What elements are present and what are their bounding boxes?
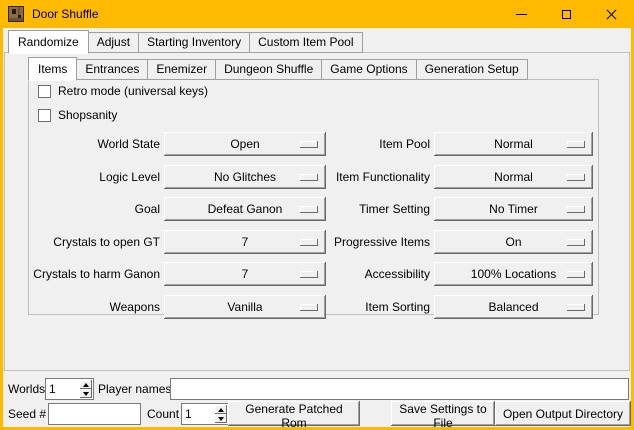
tab-generation-setup[interactable]: Generation Setup	[416, 59, 528, 80]
tab-game-options[interactable]: Game Options	[321, 59, 416, 80]
world-state-label: World State	[33, 132, 160, 156]
save-settings-button[interactable]: Save Settings to File	[391, 401, 495, 426]
tab-entrances[interactable]: Entrances	[76, 59, 148, 80]
items-tab-bar: Items Entrances Enemizer Dungeon Shuffle…	[28, 57, 527, 80]
count-label: Count	[147, 403, 179, 425]
item-pool-value: Normal	[494, 137, 533, 151]
open-output-directory-button[interactable]: Open Output Directory	[495, 401, 631, 426]
item-functionality-value: Normal	[494, 170, 533, 184]
goal-label: Goal	[33, 197, 160, 221]
crystals-ganon-dropdown[interactable]: 7	[164, 262, 326, 286]
client-area: Randomize Adjust Starting Inventory Cust…	[3, 28, 631, 427]
up-arrow-icon	[83, 383, 89, 387]
logic-level-dropdown[interactable]: No Glitches	[164, 165, 326, 189]
count-spinner-up-button[interactable]	[215, 405, 227, 414]
worlds-spinner-buttons	[79, 379, 93, 399]
item-functionality-label: Item Functionality	[303, 165, 430, 189]
crystals-ganon-label: Crystals to harm Ganon	[33, 262, 160, 286]
timer-setting-dropdown[interactable]: No Timer	[434, 197, 593, 221]
world-state-value: Open	[230, 137, 259, 151]
retro-mode-checkbox[interactable]	[38, 85, 51, 98]
timer-setting-label: Timer Setting	[303, 197, 430, 221]
item-sorting-dropdown[interactable]: Balanced	[434, 295, 593, 319]
crystals-gt-value: 7	[242, 235, 249, 249]
crystals-ganon-value: 7	[242, 267, 249, 281]
accessibility-value: 100% Locations	[471, 267, 556, 281]
weapons-label: Weapons	[33, 295, 160, 319]
main-tab-bar: Randomize Adjust Starting Inventory Cust…	[8, 30, 362, 53]
goal-value: Defeat Ganon	[208, 202, 283, 216]
retro-mode-checkbox-row[interactable]: Retro mode (universal keys)	[38, 83, 208, 99]
dropdown-indicator-icon	[567, 304, 585, 311]
item-sorting-label: Item Sorting	[303, 295, 430, 319]
tab-custom-item-pool[interactable]: Custom Item Pool	[249, 32, 362, 53]
maximize-button[interactable]	[544, 0, 589, 28]
tab-items[interactable]: Items	[28, 57, 77, 81]
tab-dungeon-shuffle[interactable]: Dungeon Shuffle	[215, 59, 322, 80]
seed-label: Seed #	[8, 403, 46, 425]
accessibility-label: Accessibility	[303, 262, 430, 286]
caption-buttons	[499, 0, 634, 28]
item-pool-dropdown[interactable]: Normal	[434, 132, 593, 156]
logic-level-value: No Glitches	[214, 170, 276, 184]
tab-enemizer[interactable]: Enemizer	[147, 59, 216, 80]
worlds-input[interactable]	[46, 379, 79, 399]
titlebar[interactable]: Door Shuffle	[0, 0, 634, 28]
dropdown-indicator-icon	[567, 271, 585, 278]
count-spinner-buttons	[214, 404, 228, 424]
player-names-input[interactable]	[170, 378, 629, 400]
crystals-gt-dropdown[interactable]: 7	[164, 230, 326, 254]
shopsanity-label: Shopsanity	[58, 108, 117, 122]
close-button[interactable]	[589, 0, 634, 28]
close-icon	[605, 8, 618, 21]
progressive-items-value: On	[505, 235, 521, 249]
up-arrow-icon	[218, 408, 224, 412]
dropdown-indicator-icon	[567, 239, 585, 246]
worlds-label: Worlds	[8, 378, 45, 400]
dropdown-indicator-icon	[567, 141, 585, 148]
item-functionality-dropdown[interactable]: Normal	[434, 165, 593, 189]
window-title: Door Shuffle	[32, 7, 99, 21]
generate-patched-rom-button[interactable]: Generate Patched Rom	[228, 401, 360, 426]
weapons-value: Vanilla	[227, 300, 262, 314]
progressive-items-dropdown[interactable]: On	[434, 230, 593, 254]
seed-input[interactable]	[48, 403, 141, 425]
shopsanity-checkbox-row[interactable]: Shopsanity	[38, 107, 117, 123]
tab-adjust[interactable]: Adjust	[88, 32, 139, 53]
shopsanity-checkbox[interactable]	[38, 109, 51, 122]
app-window: Door Shuffle Randomize Adjust Starting I…	[0, 0, 634, 430]
minimize-icon	[516, 14, 527, 15]
worlds-spinner-up-button[interactable]	[80, 380, 92, 389]
player-names-label: Player names	[98, 378, 171, 400]
crystals-gt-label: Crystals to open GT	[33, 230, 160, 254]
goal-dropdown[interactable]: Defeat Ganon	[164, 197, 326, 221]
item-sorting-value: Balanced	[488, 300, 538, 314]
down-arrow-icon	[218, 417, 224, 421]
count-input[interactable]	[182, 404, 214, 424]
worlds-spinner[interactable]	[45, 378, 94, 400]
dropdown-indicator-icon	[567, 206, 585, 213]
worlds-spinner-down-button[interactable]	[80, 389, 92, 398]
world-state-dropdown[interactable]: Open	[164, 132, 326, 156]
count-spinner-down-button[interactable]	[215, 414, 227, 423]
door-icon	[8, 6, 24, 22]
maximize-icon	[562, 10, 571, 19]
tab-randomize[interactable]: Randomize	[8, 30, 89, 54]
logic-level-label: Logic Level	[33, 165, 160, 189]
down-arrow-icon	[83, 392, 89, 396]
timer-setting-value: No Timer	[489, 202, 538, 216]
weapons-dropdown[interactable]: Vanilla	[164, 295, 326, 319]
minimize-button[interactable]	[499, 0, 544, 28]
dropdown-indicator-icon	[567, 174, 585, 181]
accessibility-dropdown[interactable]: 100% Locations	[434, 262, 593, 286]
count-spinner[interactable]	[181, 403, 229, 425]
retro-mode-label: Retro mode (universal keys)	[58, 84, 208, 98]
tab-starting-inventory[interactable]: Starting Inventory	[138, 32, 250, 53]
progressive-items-label: Progressive Items	[303, 230, 430, 254]
item-pool-label: Item Pool	[303, 132, 430, 156]
